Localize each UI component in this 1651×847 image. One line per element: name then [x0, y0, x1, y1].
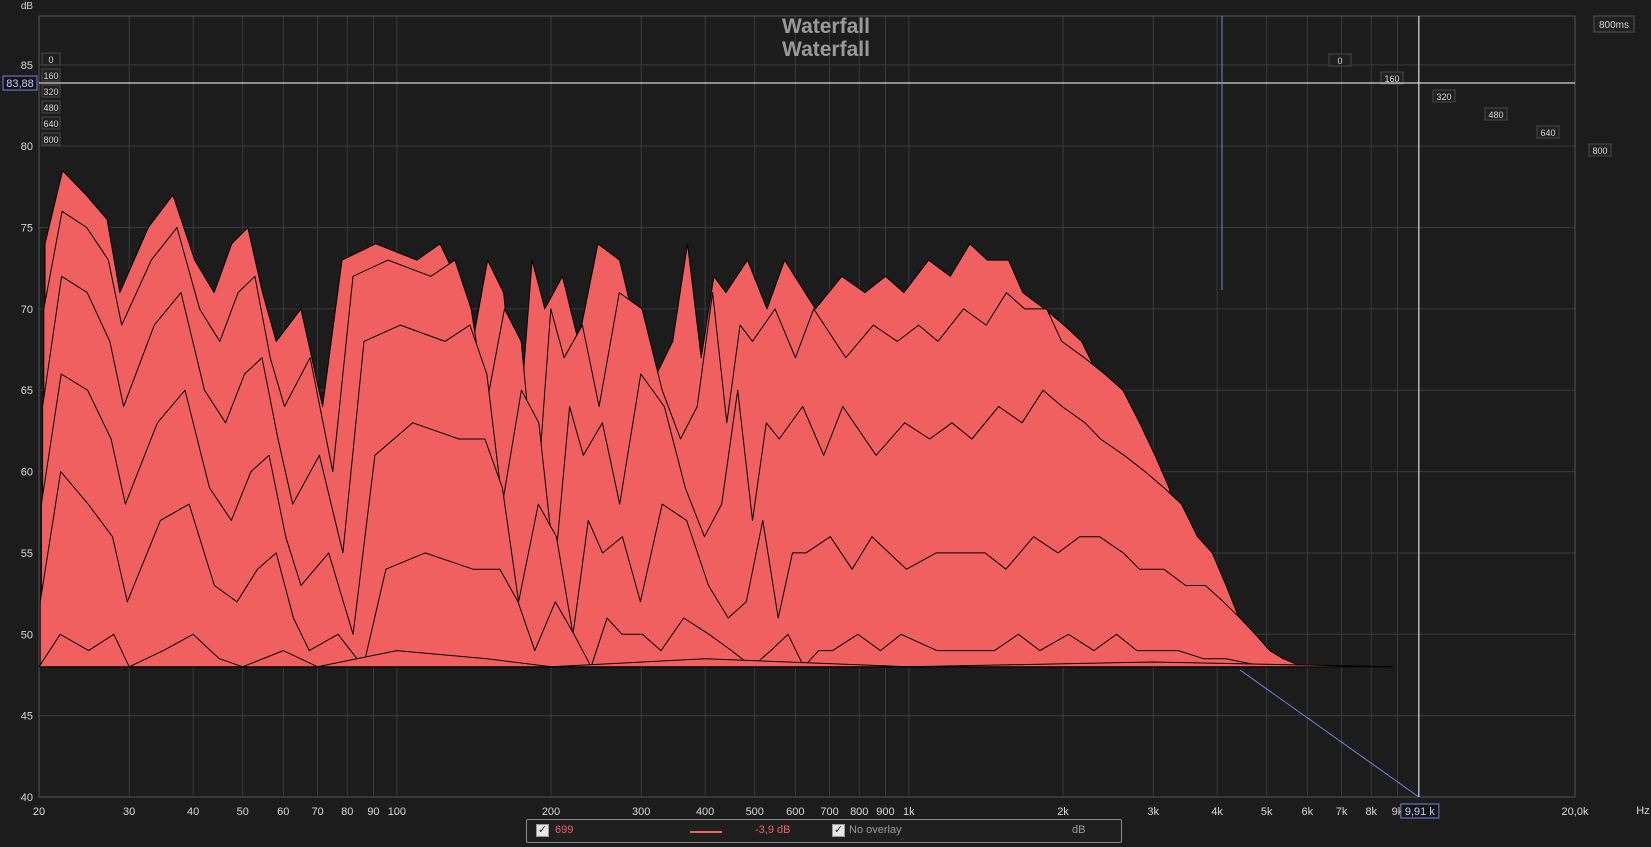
x-tick-label-30: 30	[123, 806, 135, 818]
y-tick-label-45: 45	[21, 711, 33, 723]
x-tick-label-90: 90	[367, 806, 379, 818]
x-tick-label-6k: 6k	[1301, 806, 1313, 818]
y-tick-label-65: 65	[21, 385, 33, 397]
chart-subtitle: Waterfall	[782, 38, 870, 61]
time-label-right-480: 480	[1488, 110, 1503, 120]
y-tick-label-75: 75	[21, 223, 33, 235]
x-tick-label-900: 900	[876, 806, 894, 818]
cursor-x-readout: 9,91 k	[1405, 806, 1435, 818]
time-unit-label: 800ms	[1599, 20, 1629, 31]
series-name: 699	[555, 824, 574, 836]
time-label-left-640: 640	[43, 119, 58, 129]
y-tick-label-55: 55	[21, 548, 33, 560]
x-tick-label-100: 100	[388, 806, 406, 818]
series-visible-checkbox[interactable]: ✓	[536, 824, 549, 837]
overlay-label: No overlay	[849, 824, 902, 836]
x-tick-label-80: 80	[341, 806, 353, 818]
status-unit-label: dB	[1072, 824, 1086, 836]
x-tick-label-1k: 1k	[903, 806, 915, 818]
y-tick-label-85: 85	[21, 60, 33, 72]
x-tick-label-500: 500	[746, 806, 764, 818]
overlay-checkbox[interactable]: ✓	[832, 824, 845, 837]
x-tick-label-3k: 3k	[1147, 806, 1159, 818]
x-tick-label-8k: 8k	[1365, 806, 1377, 818]
cursor-y-readout: 83,88	[6, 78, 34, 90]
time-label-right-800: 800	[1592, 146, 1607, 156]
x-tick-label-800: 800	[850, 806, 868, 818]
waterfall-plot[interactable]: 40 45 50 55 60 65 70 75 80 85 20 30 40 50 60 70 80 90 100…	[0, 0, 1651, 847]
x-tick-label-7k: 7k	[1336, 806, 1348, 818]
x-tick-label-5k: 5k	[1261, 806, 1273, 818]
time-label-left-320: 320	[43, 87, 58, 97]
time-label-right-0: 0	[1337, 56, 1342, 66]
y-tick-label-60: 60	[21, 467, 33, 479]
x-tick-label-70: 70	[311, 806, 323, 818]
x-tick-label-300: 300	[632, 806, 650, 818]
x-unit-label: Hz	[1636, 805, 1649, 817]
y-tick-label-80: 80	[21, 141, 33, 153]
time-label-left-160: 160	[43, 71, 58, 81]
time-label-right-320: 320	[1436, 92, 1451, 102]
chart-title: Waterfall	[782, 15, 870, 38]
y-tick-label-40: 40	[21, 792, 33, 804]
time-label-right-640: 640	[1540, 128, 1555, 138]
x-tick-label-20: 20	[33, 806, 45, 818]
x-tick-label-2k: 2k	[1057, 806, 1069, 818]
x-tick-label-20,0k: 20,0k	[1562, 806, 1589, 818]
x-tick-label-40: 40	[187, 806, 199, 818]
x-tick-label-200: 200	[542, 806, 560, 818]
x-tick-label-400: 400	[696, 806, 714, 818]
x-tick-label-700: 700	[820, 806, 838, 818]
time-label-left-480: 480	[43, 103, 58, 113]
time-label-right-160: 160	[1384, 74, 1399, 84]
time-label-left-800: 800	[43, 135, 58, 145]
series-status-bar: ✓ 699 -3,9 dB ✓ No overlay dB	[526, 819, 1122, 843]
x-tick-label-50: 50	[237, 806, 249, 818]
time-label-left-0: 0	[48, 55, 53, 65]
y-tick-label-50: 50	[21, 629, 33, 641]
x-tick-label-600: 600	[786, 806, 804, 818]
series-value: -3,9 dB	[755, 824, 791, 836]
x-tick-label-60: 60	[277, 806, 289, 818]
y-tick-label-70: 70	[21, 304, 33, 316]
y-unit-label: dB	[21, 1, 34, 12]
x-tick-label-4k: 4k	[1211, 806, 1223, 818]
series-color-swatch	[690, 831, 722, 833]
